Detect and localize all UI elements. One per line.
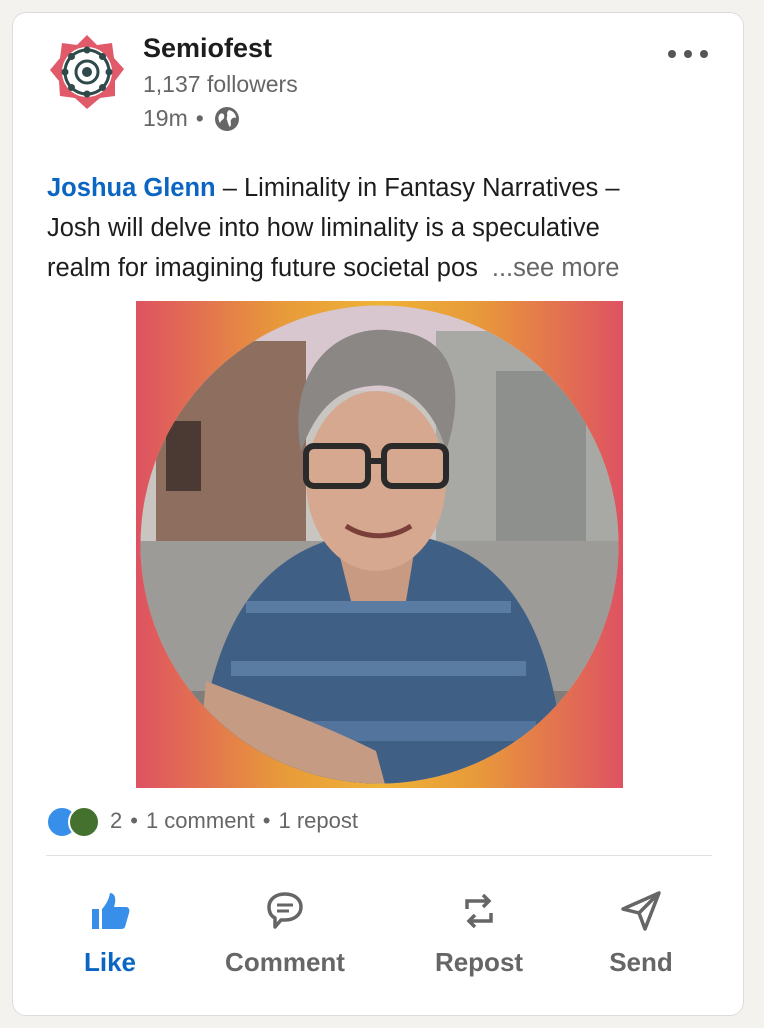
post-meta: 19m • xyxy=(143,105,240,132)
more-options-icon xyxy=(668,50,708,58)
post-line-2: Josh will delve into how liminality is a… xyxy=(47,214,600,242)
post-line-3: realm for imagining future societal pos.… xyxy=(47,248,707,288)
send-icon xyxy=(621,891,661,931)
comment-label: Comment xyxy=(225,947,345,977)
globe-icon xyxy=(214,106,239,131)
semiofest-logo-icon[interactable] xyxy=(48,33,126,111)
mention-link[interactable]: Joshua Glenn xyxy=(47,174,216,202)
like-button[interactable]: Like xyxy=(25,881,195,991)
celebrate-reaction-icon xyxy=(68,806,100,838)
speaker-photo[interactable] xyxy=(136,301,623,788)
repost-label: Repost xyxy=(434,947,524,977)
post-body: Joshua Glenn – Liminality in Fantasy Nar… xyxy=(47,168,707,288)
send-button[interactable]: Send xyxy=(556,881,726,991)
like-label: Like xyxy=(83,947,137,977)
post-line-3-text: realm for imagining future societal pos xyxy=(47,254,478,282)
post-time: 19m xyxy=(143,105,188,131)
social-counts: 2 • 1 comment • 1 repost xyxy=(46,806,358,838)
social-separator: • xyxy=(262,808,271,833)
repost-count[interactable]: 1 repost xyxy=(278,808,358,834)
comment-icon xyxy=(267,892,303,929)
like-icon xyxy=(92,893,130,929)
comment-button[interactable]: Comment xyxy=(200,881,370,991)
author-name[interactable]: Semiofest xyxy=(143,33,272,64)
social-separator: • xyxy=(130,808,138,833)
post-line-1-text: – Liminality in Fantasy Narratives – xyxy=(215,174,620,202)
repost-button[interactable]: Repost xyxy=(394,881,564,991)
follower-count: 1,137 followers xyxy=(143,71,298,97)
more-options-button[interactable] xyxy=(663,41,713,67)
divider xyxy=(46,855,712,856)
reaction-icons[interactable] xyxy=(46,806,104,838)
post-line-1: Joshua Glenn – Liminality in Fantasy Nar… xyxy=(47,168,707,208)
post-card: Semiofest 1,137 followers 19m • Joshua G… xyxy=(12,12,744,1016)
comment-count[interactable]: 1 comment xyxy=(146,808,255,834)
send-label: Send xyxy=(609,947,673,977)
see-more-link[interactable]: ...see more xyxy=(492,254,620,282)
meta-separator: • xyxy=(195,105,204,131)
repost-icon xyxy=(465,893,493,929)
reaction-count[interactable]: 2 xyxy=(110,808,122,834)
